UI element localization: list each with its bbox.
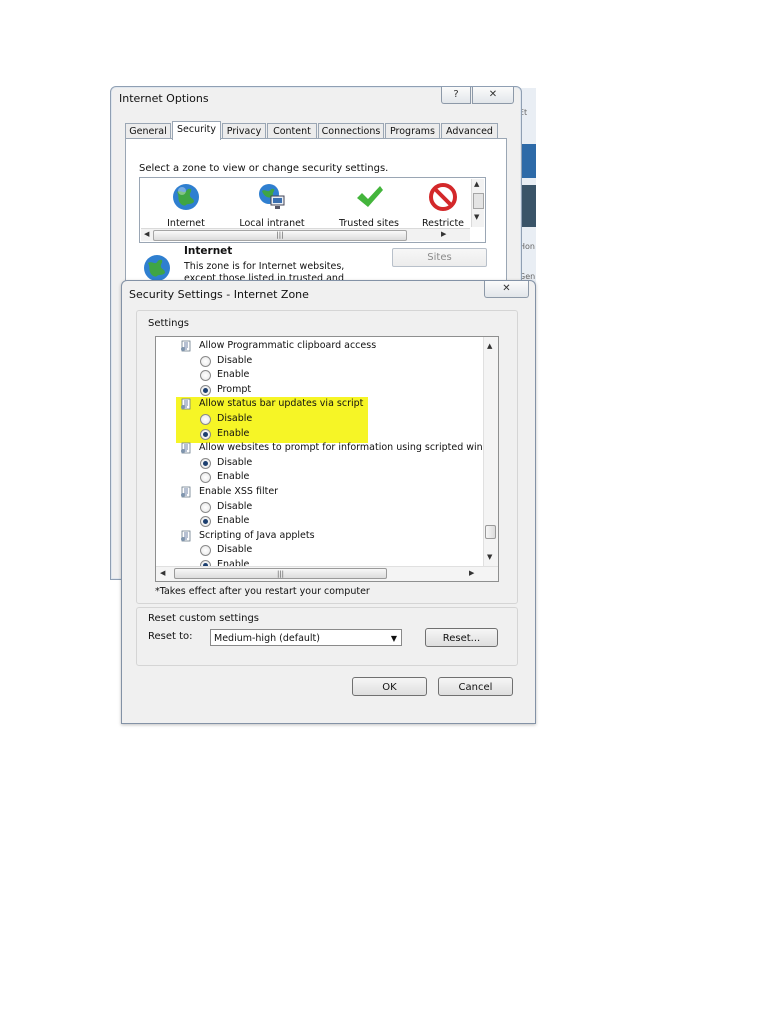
close-button[interactable]: ✕ bbox=[484, 281, 529, 298]
setting-option[interactable]: Disable bbox=[156, 543, 482, 557]
setting-heading: Scripting of Java applets bbox=[156, 529, 482, 543]
dialog-title: Security Settings - Internet Zone bbox=[129, 288, 309, 301]
tab-programs[interactable]: Programs bbox=[385, 123, 440, 139]
script-settings-icon bbox=[181, 530, 191, 542]
setting-heading: Allow status bar updates via script bbox=[156, 397, 482, 411]
scroll-left-icon[interactable]: ◀ bbox=[160, 569, 165, 577]
setting-option-label: Enable bbox=[217, 471, 250, 483]
setting-heading-label: Allow Programmatic clipboard access bbox=[199, 340, 377, 351]
setting-option-label: Disable bbox=[217, 354, 253, 366]
scroll-thumb[interactable] bbox=[485, 525, 496, 539]
radio-button[interactable] bbox=[200, 472, 211, 484]
setting-option[interactable]: Enable bbox=[156, 514, 482, 528]
scroll-right-icon[interactable]: ▶ bbox=[469, 569, 474, 577]
scroll-left-icon[interactable]: ◀ bbox=[144, 230, 149, 238]
tab-general[interactable]: General bbox=[125, 123, 171, 139]
scroll-up-icon[interactable]: ▲ bbox=[487, 342, 492, 350]
reset-level-select[interactable]: Medium-high (default) ▼ bbox=[210, 629, 402, 646]
reset-group-label: Reset custom settings bbox=[148, 613, 259, 624]
setting-heading-label: Allow websites to prompt for information… bbox=[199, 442, 495, 454]
radio-button[interactable] bbox=[200, 545, 211, 557]
sites-button[interactable]: Sites bbox=[392, 248, 487, 267]
radio-button[interactable] bbox=[200, 355, 211, 367]
tab-content[interactable]: Content bbox=[267, 123, 317, 139]
reset-to-label: Reset to: bbox=[148, 631, 193, 642]
setting-option-label: Enable bbox=[217, 515, 250, 527]
radio-button[interactable] bbox=[200, 428, 211, 440]
checkmark-icon bbox=[357, 186, 383, 207]
cancel-button[interactable]: Cancel bbox=[438, 677, 513, 696]
radio-button[interactable] bbox=[200, 370, 211, 382]
scroll-down-icon[interactable]: ▼ bbox=[487, 553, 492, 561]
zone-internet[interactable]: Internet bbox=[150, 182, 222, 229]
select-value: Medium-high (default) bbox=[214, 633, 320, 644]
script-settings-icon bbox=[181, 340, 191, 352]
tab-advanced[interactable]: Advanced bbox=[441, 123, 498, 139]
radio-button[interactable] bbox=[200, 414, 211, 425]
setting-option[interactable]: Disable bbox=[156, 354, 482, 368]
setting-option[interactable]: Enable bbox=[156, 368, 482, 382]
setting-option-label: Enable bbox=[217, 369, 250, 381]
globe-icon bbox=[173, 184, 199, 210]
help-button[interactable]: ? bbox=[441, 87, 471, 104]
zone-vertical-scrollbar[interactable]: ▲ ▼ bbox=[471, 179, 484, 227]
setting-heading-label: Enable XSS filter bbox=[199, 486, 279, 497]
scroll-thumb[interactable]: ||| bbox=[153, 230, 407, 241]
tab-connections[interactable]: Connections bbox=[318, 123, 384, 139]
setting-option[interactable]: Disable bbox=[156, 500, 482, 514]
setting-option-label: Prompt bbox=[217, 383, 252, 395]
zone-prompt: Select a zone to view or change security… bbox=[139, 163, 389, 174]
security-settings-dialog: Security Settings - Internet Zone ✕ Sett… bbox=[121, 280, 536, 724]
ok-button[interactable]: OK bbox=[352, 677, 427, 696]
setting-option-label: Disable bbox=[217, 544, 253, 556]
selected-zone-title: Internet bbox=[184, 245, 233, 257]
globe-icon bbox=[144, 255, 170, 281]
setting-option-label: Enable bbox=[217, 427, 250, 439]
setting-heading-label: Allow status bar updates via script bbox=[199, 398, 364, 410]
zone-horizontal-scrollbar[interactable]: ◀ ||| ▶ bbox=[141, 228, 470, 241]
restricted-icon bbox=[429, 183, 457, 211]
script-settings-icon bbox=[181, 442, 191, 454]
chevron-down-icon: ▼ bbox=[390, 634, 397, 643]
restart-note: *Takes effect after you restart your com… bbox=[155, 586, 370, 597]
description-line: This zone is for Internet websites, bbox=[184, 261, 345, 272]
script-settings-icon bbox=[181, 398, 191, 410]
radio-button[interactable] bbox=[200, 516, 211, 528]
zone-list: Internet Local intranet Trusted sites Re… bbox=[139, 177, 486, 243]
settings-vertical-scrollbar[interactable]: ▲ ▼ bbox=[483, 337, 498, 567]
settings-label: Settings bbox=[148, 318, 190, 329]
zone-trusted-sites[interactable]: Trusted sites bbox=[333, 182, 405, 229]
scroll-down-icon[interactable]: ▼ bbox=[474, 213, 479, 221]
settings-list: Allow Programmatic clipboard access Disab… bbox=[155, 336, 499, 582]
zone-local-intranet[interactable]: Local intranet bbox=[236, 182, 308, 229]
close-button[interactable]: ✕ bbox=[472, 87, 514, 104]
setting-option-label: Disable bbox=[217, 456, 253, 468]
radio-button[interactable] bbox=[200, 501, 211, 513]
scroll-thumb[interactable] bbox=[473, 193, 484, 209]
reset-button[interactable]: Reset... bbox=[425, 628, 498, 647]
setting-option[interactable]: Prompt bbox=[156, 383, 482, 397]
scroll-up-icon[interactable]: ▲ bbox=[474, 180, 479, 188]
setting-heading: Allow websites to prompt for information… bbox=[156, 441, 495, 455]
intranet-icon bbox=[259, 184, 285, 209]
scroll-right-icon[interactable]: ▶ bbox=[441, 230, 446, 238]
tab-privacy[interactable]: Privacy bbox=[222, 123, 266, 139]
setting-heading: Enable XSS filter bbox=[156, 485, 482, 499]
setting-option-label: Disable bbox=[217, 413, 253, 424]
setting-heading: Allow Programmatic clipboard access bbox=[156, 339, 482, 353]
zone-restricted[interactable]: Restricte bbox=[412, 182, 474, 229]
script-settings-icon bbox=[181, 486, 191, 498]
radio-button[interactable] bbox=[200, 457, 211, 469]
setting-option[interactable]: Enable bbox=[156, 427, 482, 441]
setting-option[interactable]: Enable bbox=[156, 470, 482, 484]
setting-option-label: Disable bbox=[217, 500, 253, 512]
setting-heading-label: Scripting of Java applets bbox=[199, 529, 315, 541]
window-title: Internet Options bbox=[119, 92, 209, 105]
tab-security[interactable]: Security bbox=[172, 121, 221, 140]
scroll-thumb[interactable]: ||| bbox=[174, 568, 387, 579]
radio-button[interactable] bbox=[200, 384, 211, 396]
setting-option[interactable]: Disable bbox=[156, 412, 482, 426]
settings-horizontal-scrollbar[interactable]: ◀ ||| ▶ bbox=[156, 566, 498, 581]
setting-option[interactable]: Disable bbox=[156, 456, 482, 470]
